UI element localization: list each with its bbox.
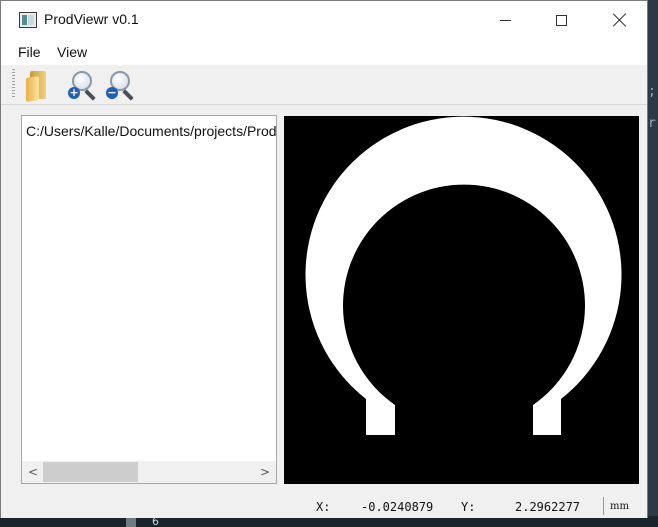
maximize-icon <box>555 14 567 26</box>
desktop-glyph: ; <box>648 84 656 99</box>
status-y-value: 2.2962277 <box>515 500 581 514</box>
status-separator <box>603 497 604 515</box>
zoom-in-badge: + <box>68 86 80 99</box>
app-icon <box>19 12 37 28</box>
window-title: ProdViewr v0.1 <box>44 11 139 27</box>
shape-drawing <box>305 116 622 436</box>
toolbar: + − <box>1 65 647 105</box>
minimize-icon <box>499 19 511 21</box>
zoom-out-icon: − <box>106 71 134 101</box>
title-bar[interactable]: ProdViewr v0.1 <box>1 1 647 39</box>
file-list-panel[interactable]: C:/Users/Kalle/Documents/projects/ProdVi… <box>21 115 277 484</box>
menu-view[interactable]: View <box>57 44 87 60</box>
folder-icon <box>26 71 50 102</box>
scroll-left-icon[interactable]: < <box>26 465 40 479</box>
zoom-in-button[interactable]: + <box>64 68 96 102</box>
horizontal-scrollbar[interactable]: < > <box>22 461 276 483</box>
toolbar-grip[interactable] <box>12 69 15 99</box>
status-x-label: X: <box>316 500 331 514</box>
zoom-out-badge: − <box>106 86 118 99</box>
scroll-right-icon[interactable]: > <box>258 465 272 479</box>
viewer-canvas[interactable] <box>284 116 639 484</box>
app-window: ProdViewr v0.1 File View + − C:/Users/Ka… <box>0 0 648 518</box>
menu-file[interactable]: File <box>18 44 41 60</box>
omega-shape <box>305 116 622 436</box>
open-folder-button[interactable] <box>22 68 54 102</box>
maximize-button[interactable] <box>538 1 584 39</box>
status-bar: X: -0.0240879 Y: 2.2962277 mm <box>1 494 647 518</box>
close-button[interactable] <box>597 1 643 39</box>
scroll-thumb[interactable] <box>43 462 138 482</box>
zoom-in-icon: + <box>68 71 96 101</box>
desktop-glyph: r <box>648 116 656 131</box>
status-unit: mm <box>610 501 629 512</box>
status-x-value: -0.0240879 <box>361 500 434 514</box>
status-y-label: Y: <box>461 500 476 514</box>
minimize-button[interactable] <box>482 1 528 39</box>
file-path-item[interactable]: C:/Users/Kalle/Documents/projects/ProdVi… <box>26 123 276 139</box>
zoom-out-button[interactable]: − <box>102 68 134 102</box>
desktop-background <box>648 0 658 527</box>
close-icon <box>613 13 627 27</box>
menu-bar: File View <box>1 39 647 65</box>
